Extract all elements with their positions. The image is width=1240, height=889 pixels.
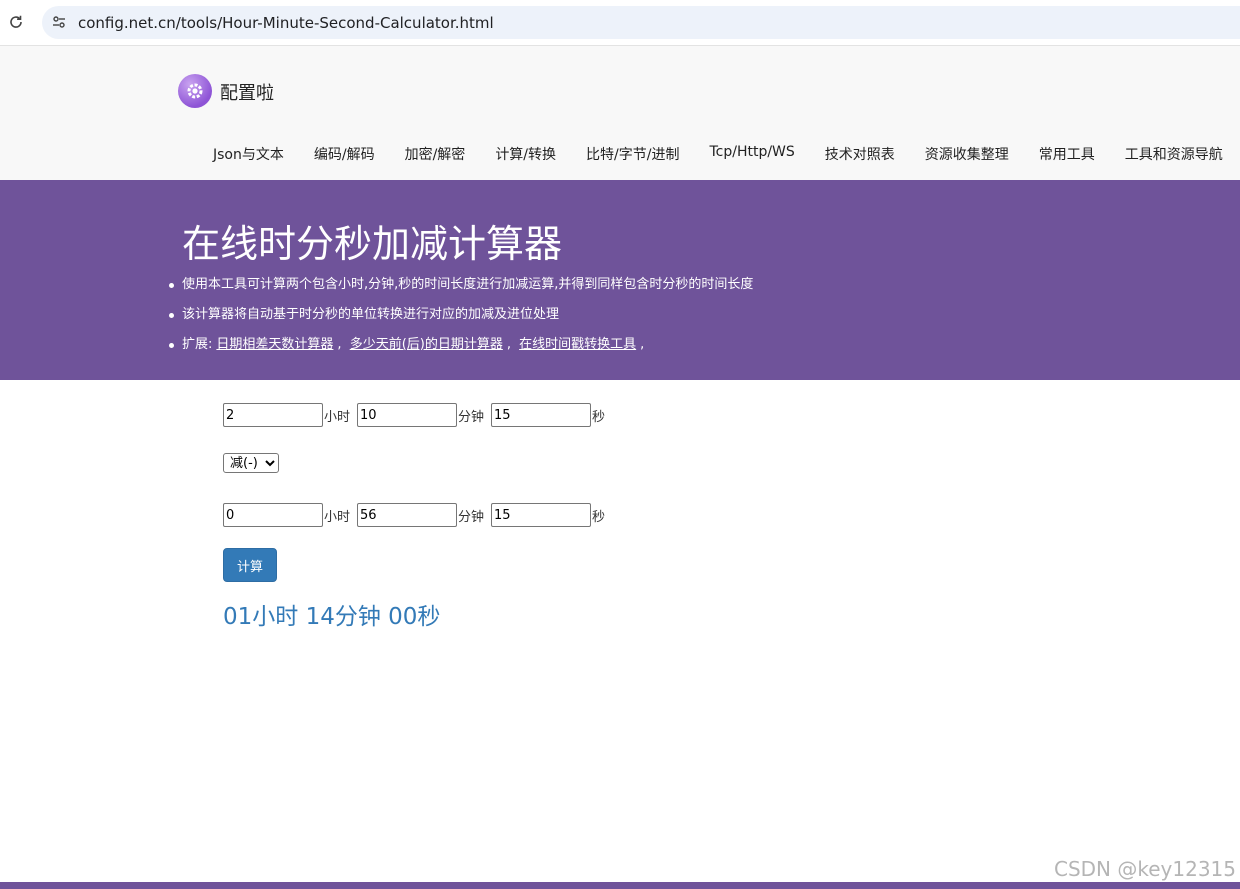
site-settings-icon[interactable] [50, 13, 68, 31]
nav-tools-navigation[interactable]: 工具和资源导航 [1110, 140, 1238, 168]
reload-icon[interactable] [6, 12, 26, 32]
url-text[interactable]: config.net.cn/tools/Hour-Minute-Second-C… [78, 14, 494, 32]
nav-tcp-http-ws[interactable]: Tcp/Http/WS [694, 140, 809, 168]
nav-encode-decode[interactable]: 编码/解码 [299, 140, 390, 168]
operation-row: 减(-) [223, 453, 612, 473]
nav-json-text[interactable]: Json与文本 [198, 140, 299, 168]
minute-unit-label: 分钟 [458, 409, 485, 425]
page-title: 在线时分秒加减计算器 [182, 222, 563, 266]
nav-bit-byte-base[interactable]: 比特/字节/进制 [571, 140, 694, 168]
hour-unit-label: 小时 [324, 509, 351, 525]
link-separator: , [506, 337, 511, 352]
site-header: 配置啦 Json与文本 编码/解码 加密/解密 计算/转换 比特/字节/进制 T… [0, 46, 1240, 180]
link-timestamp-converter[interactable]: 在线时间戳转换工具 [519, 337, 636, 352]
nav-resources[interactable]: 资源收集整理 [910, 140, 1024, 168]
link-date-diff-calculator[interactable]: 日期相差天数计算器 [216, 337, 333, 352]
link-separator-end: , [640, 337, 645, 352]
nav-tech-reference[interactable]: 技术对照表 [810, 140, 910, 168]
page-banner: 在线时分秒加减计算器 使用本工具可计算两个包含小时,分钟,秒的时间长度进行加减运… [0, 180, 1240, 380]
second-minutes-input[interactable] [357, 503, 458, 527]
link-days-before-after-calculator[interactable]: 多少天前(后)的日期计算器 [350, 337, 503, 352]
first-hours-input[interactable] [223, 403, 323, 427]
nav-common-tools[interactable]: 常用工具 [1024, 140, 1110, 168]
browser-toolbar: config.net.cn/tools/Hour-Minute-Second-C… [0, 0, 1240, 46]
description-item: 该计算器将自动基于时分秒的单位转换进行对应的加减及进位处理 [168, 300, 753, 330]
watermark: CSDN @key12315 [1053, 857, 1236, 881]
second-unit-label: 秒 [592, 409, 606, 425]
description-item-links: 扩展: 日期相差天数计算器, 多少天前(后)的日期计算器, 在线时间戳转换工具, [168, 330, 753, 360]
first-time-row: 小时 分钟 秒 [223, 403, 612, 427]
second-seconds-input[interactable] [491, 503, 592, 527]
site-name[interactable]: 配置啦 [220, 79, 274, 105]
second-hours-input[interactable] [223, 503, 323, 527]
first-minutes-input[interactable] [357, 403, 458, 427]
links-prefix: 扩展: [182, 337, 213, 352]
address-bar[interactable]: config.net.cn/tools/Hour-Minute-Second-C… [42, 6, 1240, 39]
minute-unit-label: 分钟 [458, 509, 485, 525]
first-seconds-input[interactable] [491, 403, 592, 427]
second-unit-label: 秒 [592, 509, 606, 525]
description-item: 使用本工具可计算两个包含小时,分钟,秒的时间长度进行加减运算,并得到同样包含时分… [168, 270, 753, 300]
second-time-row: 小时 分钟 秒 [223, 503, 612, 527]
hour-unit-label: 小时 [324, 409, 351, 425]
result-text: 01小时 14分钟 00秒 [223, 604, 441, 630]
description-list: 使用本工具可计算两个包含小时,分钟,秒的时间长度进行加减运算,并得到同样包含时分… [168, 270, 753, 360]
calculator-form: 小时 分钟 秒 减(-) 小时 分钟 秒 计算 01小时 14分钟 00秒 [223, 403, 612, 631]
calculate-button[interactable]: 计算 [223, 548, 277, 582]
operation-select[interactable]: 减(-) [223, 453, 279, 473]
nav-calc-convert[interactable]: 计算/转换 [480, 140, 571, 168]
nav-encrypt-decrypt[interactable]: 加密/解密 [390, 140, 481, 168]
link-separator: , [337, 337, 342, 352]
footer-bar [0, 882, 1240, 889]
site-logo-icon[interactable] [178, 74, 212, 108]
main-nav: Json与文本 编码/解码 加密/解密 计算/转换 比特/字节/进制 Tcp/H… [198, 140, 1238, 168]
